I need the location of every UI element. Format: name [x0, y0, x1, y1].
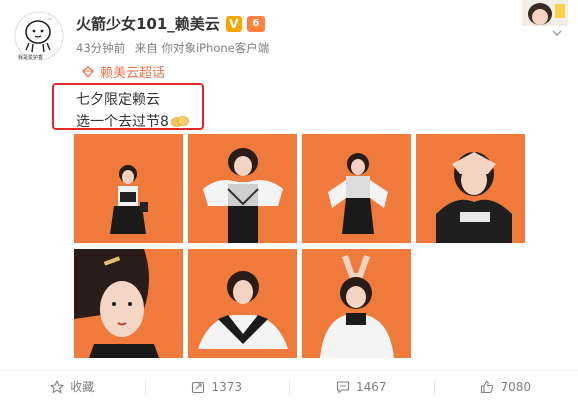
repost-count: 1373: [211, 379, 243, 394]
verified-badge-icon: V: [225, 15, 242, 32]
diamond-icon: [82, 65, 94, 78]
photo-4[interactable]: [416, 134, 525, 243]
topic-label: 赖美云超话: [100, 66, 166, 81]
photo-6[interactable]: [188, 249, 297, 358]
star-icon: [50, 379, 65, 394]
username-row: 火箭少女101_赖美云 V 6: [76, 13, 265, 34]
photo-3[interactable]: [302, 134, 411, 243]
post-text-line-2-text: 选一个去过节8: [76, 114, 169, 130]
username-link[interactable]: 火箭少女101_赖美云: [76, 13, 220, 34]
like-button[interactable]: 7080: [433, 371, 578, 402]
post-source: 来自 你对象iPhone客户端: [134, 41, 270, 55]
avatar[interactable]: ~ 我是爱护香: [14, 10, 64, 62]
comment-count: 1467: [355, 379, 387, 394]
favorite-label: 收藏: [70, 380, 95, 394]
post-text-line-1: 七夕限定赖云: [76, 92, 160, 108]
post-menu-chevron-icon[interactable]: [552, 28, 562, 38]
repost-button[interactable]: 1373: [144, 371, 290, 402]
handshake-emoji-icon: [171, 116, 189, 127]
photo-1[interactable]: [74, 134, 183, 243]
thumbs-up-icon: [481, 380, 494, 393]
photo-2[interactable]: [188, 134, 297, 243]
like-count: 7080: [500, 379, 532, 394]
level-badge-icon: 6: [246, 15, 265, 32]
post-text-line-2: 选一个去过节8: [76, 111, 189, 131]
post-time[interactable]: 43分钟前: [76, 41, 125, 55]
comment-button[interactable]: 1467: [289, 371, 434, 402]
photo-5[interactable]: [74, 249, 183, 358]
post-meta: 43分钟前 来自 你对象iPhone客户端: [76, 40, 275, 56]
photo-7[interactable]: [302, 249, 411, 358]
svg-text:~: ~: [48, 17, 52, 23]
super-topic-link[interactable]: 赖美云超话: [82, 62, 165, 81]
avatar-caption: 我是爱护香: [18, 55, 44, 61]
top-right-avatar: [522, 0, 568, 26]
repost-icon: [192, 381, 205, 393]
comment-icon: [336, 380, 350, 394]
action-bar: 收藏 1373 1467 7080: [0, 371, 578, 402]
favorite-button[interactable]: 收藏: [0, 371, 145, 402]
